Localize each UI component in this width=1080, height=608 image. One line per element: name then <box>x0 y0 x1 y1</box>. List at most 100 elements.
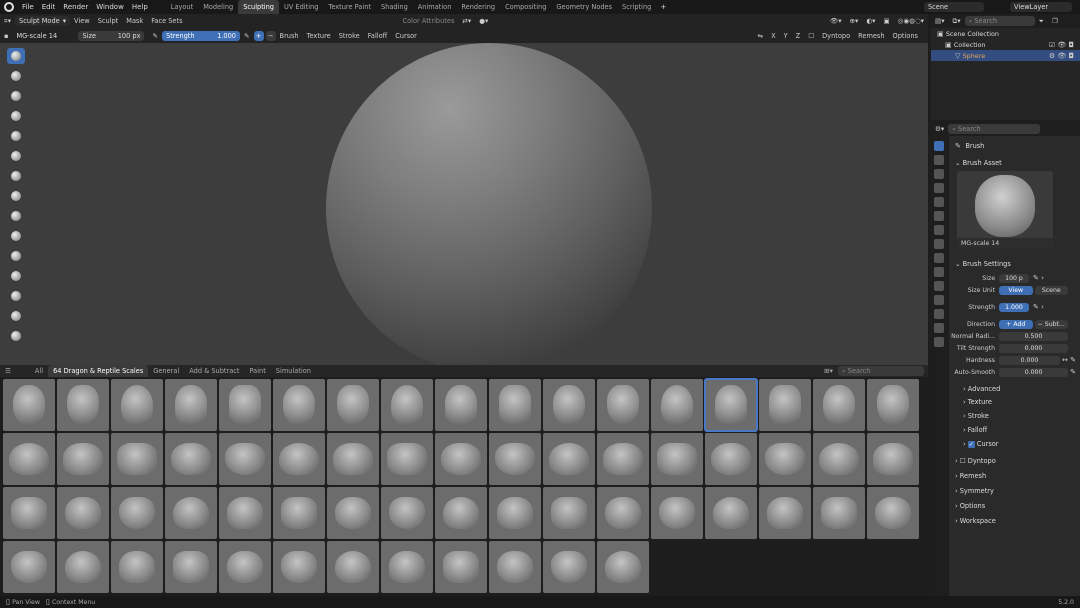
pen-pressure-icon[interactable]: ✎ <box>148 32 162 40</box>
subtract-direction-button[interactable]: − <box>265 30 276 41</box>
brush-asset-tile[interactable] <box>867 379 919 431</box>
brush-asset-tile[interactable] <box>381 541 433 593</box>
normal-radius-field[interactable]: 0.500 <box>999 331 1068 341</box>
sphere-eye-icon[interactable]: 👁 <box>1055 52 1066 60</box>
new-collection-icon[interactable]: ❐ <box>1048 17 1062 25</box>
props-strength-field[interactable]: 1.000 <box>999 302 1029 312</box>
menu-cursor[interactable]: Cursor <box>391 32 421 40</box>
material-tab-icon[interactable] <box>934 323 944 333</box>
tab-texture-paint[interactable]: Texture Paint <box>323 0 376 14</box>
collection-tab-icon[interactable] <box>934 225 944 235</box>
brush-asset-tile[interactable] <box>165 379 217 431</box>
brush-asset-tile[interactable] <box>597 379 649 431</box>
tool-tab-icon[interactable] <box>934 141 944 151</box>
brush-tool-3[interactable] <box>7 88 25 104</box>
axis-y-toggle[interactable]: Y <box>780 32 792 40</box>
brush-asset-tile[interactable] <box>381 487 433 539</box>
brush-asset-tile[interactable] <box>489 433 541 485</box>
brush-asset-tile[interactable] <box>543 487 595 539</box>
brush-asset-tile[interactable] <box>111 487 163 539</box>
tab-scripting[interactable]: Scripting <box>617 0 656 14</box>
asset-tab-paint[interactable]: Paint <box>244 367 270 375</box>
strength-pressure-icon[interactable]: ✎ <box>240 32 254 40</box>
asset-search-input[interactable]: ⌕ Search <box>838 366 924 376</box>
properties-search-input[interactable]: ⌕ Search <box>948 124 1041 134</box>
brush-asset-tile[interactable] <box>813 379 865 431</box>
brush-asset-tile[interactable] <box>111 541 163 593</box>
view-layer-tab-icon[interactable] <box>934 183 944 193</box>
asset-tab-general[interactable]: General <box>148 367 184 375</box>
view-layer-selector[interactable]: ViewLayer <box>1010 2 1072 12</box>
render-tab-icon[interactable] <box>934 155 944 165</box>
color-filter-tool[interactable] <box>7 328 25 344</box>
brush-asset-tile[interactable] <box>57 433 109 485</box>
tab-layout[interactable]: Layout <box>166 0 198 14</box>
menu-file[interactable]: File <box>18 3 38 11</box>
menu-falloff[interactable]: Falloff <box>364 32 391 40</box>
brush-asset-tile[interactable] <box>543 541 595 593</box>
panel-options[interactable]: › Options <box>949 498 1080 513</box>
menu-help[interactable]: Help <box>128 3 152 11</box>
outliner-collection[interactable]: ▣ Collection ☑ 👁 ◘ <box>931 39 1080 50</box>
brush-asset-tile[interactable] <box>489 379 541 431</box>
properties-editor-icon[interactable]: ⚙▾ <box>931 125 948 133</box>
brush-asset-tile[interactable] <box>543 433 595 485</box>
brush-asset-tile[interactable] <box>543 379 595 431</box>
brush-tool-5[interactable] <box>7 128 25 144</box>
hardness-invert-icon[interactable]: ↔ ✎ <box>1062 356 1076 364</box>
direction-subtract-button[interactable]: − Subt... <box>1034 319 1068 329</box>
brush-asset-tile[interactable] <box>111 433 163 485</box>
brush-asset-tile[interactable] <box>759 433 811 485</box>
rotate-tool[interactable] <box>7 248 25 264</box>
editor-type-icon[interactable]: ⌗▾ <box>0 17 15 26</box>
modifier-tab-icon[interactable] <box>934 253 944 263</box>
object-tab-icon[interactable] <box>934 239 944 249</box>
menu-render[interactable]: Render <box>59 3 92 11</box>
brush-asset-tile[interactable] <box>489 541 541 593</box>
asset-tab-dragon-scales[interactable]: 64 Dragon & Reptile Scales <box>48 365 149 377</box>
brush-asset-tile[interactable] <box>651 379 703 431</box>
axis-x-toggle[interactable]: X <box>767 32 780 40</box>
strength-field[interactable]: Strength 1.000 <box>162 30 241 41</box>
constraints-tab-icon[interactable] <box>934 295 944 305</box>
brush-asset-tile[interactable] <box>813 433 865 485</box>
subsection-texture[interactable]: › Texture <box>949 395 1080 409</box>
draw-brush-tool[interactable] <box>7 48 25 64</box>
brush-asset-tile[interactable] <box>111 379 163 431</box>
options-menu[interactable]: Options <box>889 32 922 40</box>
brush-asset-tile[interactable] <box>327 541 379 593</box>
brush-asset-tile[interactable] <box>597 541 649 593</box>
panel-dyntopo[interactable]: › ☐ Dyntopo <box>949 453 1080 468</box>
brush-asset-tile[interactable] <box>705 433 757 485</box>
color-attributes-menu[interactable]: Color Attributes <box>399 17 459 25</box>
brush-asset-tile[interactable] <box>867 433 919 485</box>
tab-rendering[interactable]: Rendering <box>456 0 500 14</box>
brush-asset-tile[interactable] <box>597 433 649 485</box>
cursor-checkbox-icon[interactable]: ✓ <box>967 440 975 448</box>
menu-texture[interactable]: Texture <box>303 32 335 40</box>
asset-tab-simulation[interactable]: Simulation <box>271 367 316 375</box>
display-mode-icon[interactable]: ⊞▾ <box>819 367 838 375</box>
brush-asset-tile[interactable] <box>867 487 919 539</box>
brush-asset-tile[interactable] <box>651 433 703 485</box>
subsection-advanced[interactable]: › Advanced <box>949 382 1080 395</box>
particles-tab-icon[interactable] <box>934 267 944 277</box>
menu-view[interactable]: View <box>70 17 94 25</box>
size-unit-view-button[interactable]: View <box>999 285 1033 295</box>
direction-add-button[interactable]: + Add <box>999 319 1033 329</box>
brush-asset-tile[interactable] <box>3 541 55 593</box>
scene-selector[interactable]: Scene <box>924 2 984 12</box>
brush-asset-tile[interactable] <box>3 487 55 539</box>
size-field[interactable]: Size 100 px <box>78 30 145 41</box>
brush-name[interactable]: MG-scale 14 <box>12 32 78 40</box>
axis-z-toggle[interactable]: Z <box>792 32 805 40</box>
brush-asset-tile[interactable] <box>435 487 487 539</box>
brush-tool-6[interactable] <box>7 148 25 164</box>
asset-shelf-menu-icon[interactable]: ☰ <box>0 367 16 375</box>
remesh-menu[interactable]: Remesh <box>854 32 888 40</box>
size-pressure-icon[interactable]: ✎ › <box>1033 274 1044 282</box>
brush-asset-tile[interactable] <box>435 433 487 485</box>
brush-asset-tile[interactable] <box>704 378 758 432</box>
menu-mask[interactable]: Mask <box>122 17 147 25</box>
tab-geometry-nodes[interactable]: Geometry Nodes <box>551 0 617 14</box>
